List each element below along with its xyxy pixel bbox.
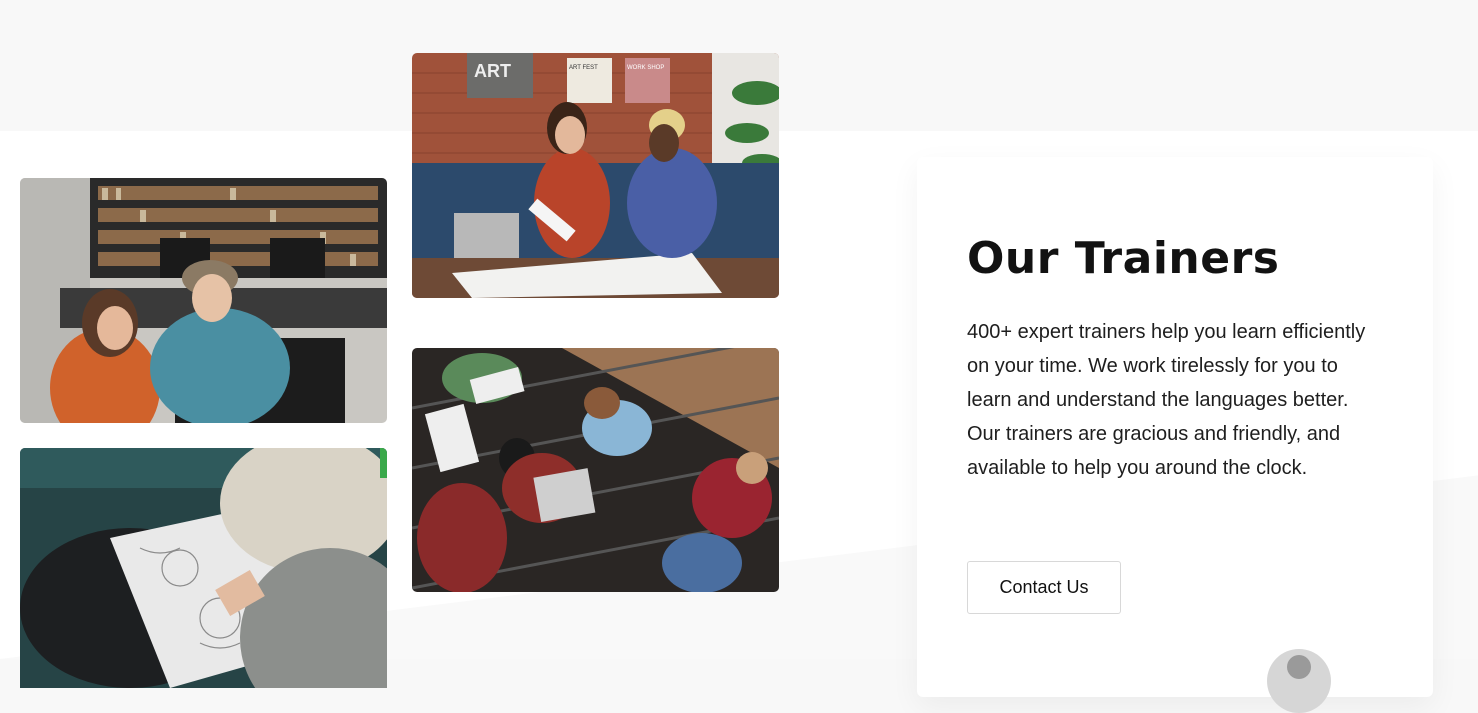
trainers-card: Our Trainers 400+ expert trainers help y… [917, 157, 1433, 713]
photo-sketching-student [20, 448, 387, 688]
contact-us-button[interactable]: Contact Us [967, 561, 1121, 614]
poster-art-fest: ART FEST [569, 65, 598, 71]
section-title: Our Trainers [967, 233, 1280, 284]
poster-art: ART [474, 61, 511, 81]
section-description: 400+ expert trainers help you learn effi… [967, 321, 1366, 479]
photo-library-students [20, 178, 387, 423]
poster-workshop: WORK SHOP [627, 65, 664, 71]
photo-students-on-stairs [412, 348, 779, 592]
photo-students-meeting: ART ART FEST WORK SHOP [412, 53, 779, 298]
